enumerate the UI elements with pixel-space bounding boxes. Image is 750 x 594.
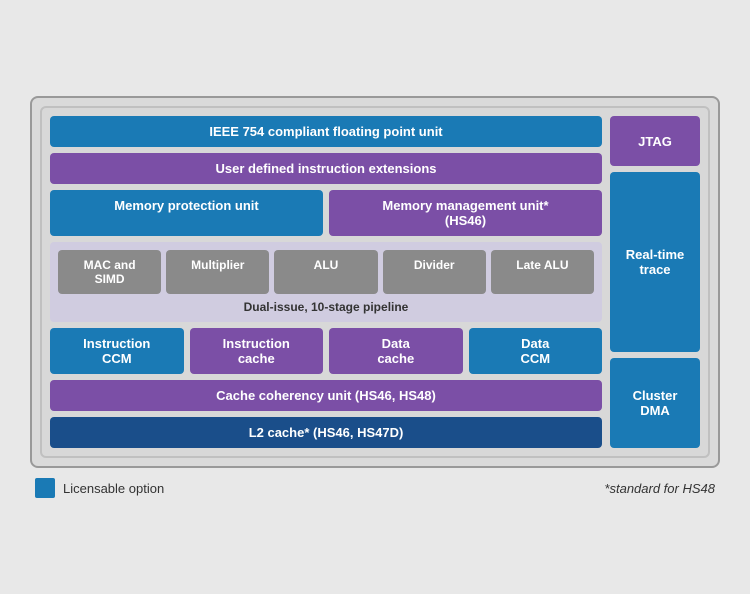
jtag-block: JTAG bbox=[610, 116, 700, 166]
mmu-block: Memory management unit* (HS46) bbox=[329, 190, 602, 236]
late-alu-block: Late ALU bbox=[491, 250, 594, 294]
l2-cache-block: L2 cache* (HS46, HS47D) bbox=[50, 417, 602, 448]
rtt-block: Real-time trace bbox=[610, 172, 700, 352]
data-ccm-block: Data CCM bbox=[469, 328, 603, 374]
data-cache-block: Data cache bbox=[329, 328, 463, 374]
pipeline-label: Dual-issue, 10-stage pipeline bbox=[58, 300, 594, 314]
legend-note: *standard for HS48 bbox=[604, 481, 715, 496]
cluster-dma-block: Cluster DMA bbox=[610, 358, 700, 448]
right-section-inner: JTAG Real-time trace Cluster DMA bbox=[610, 116, 700, 448]
mpu-mmu-row: Memory protection unit Memory management… bbox=[50, 190, 602, 236]
left-section: IEEE 754 compliant floating point unit U… bbox=[50, 116, 602, 448]
legend-row: Licensable option *standard for HS48 bbox=[30, 478, 720, 498]
right-section: JTAG Real-time trace Cluster DMA bbox=[610, 116, 700, 448]
alu-block: ALU bbox=[274, 250, 377, 294]
legend-color-box bbox=[35, 478, 55, 498]
mpu-block: Memory protection unit bbox=[50, 190, 323, 236]
user-defined-block: User defined instruction extensions bbox=[50, 153, 602, 184]
mac-block: MAC and SIMD bbox=[58, 250, 161, 294]
pipeline-inner: MAC and SIMD Multiplier ALU Divider Late… bbox=[58, 250, 594, 294]
instr-cache-block: Instruction cache bbox=[190, 328, 324, 374]
cache-coherency-block: Cache coherency unit (HS46, HS48) bbox=[50, 380, 602, 411]
ieee-block: IEEE 754 compliant floating point unit bbox=[50, 116, 602, 147]
cache-row: Instruction CCM Instruction cache Data c… bbox=[50, 328, 602, 374]
legend-left: Licensable option bbox=[35, 478, 164, 498]
legend-label: Licensable option bbox=[63, 481, 164, 496]
outer-border: IEEE 754 compliant floating point unit U… bbox=[30, 96, 720, 468]
main-box: IEEE 754 compliant floating point unit U… bbox=[40, 106, 710, 458]
multiplier-block: Multiplier bbox=[166, 250, 269, 294]
pipeline-box: MAC and SIMD Multiplier ALU Divider Late… bbox=[50, 242, 602, 322]
instr-ccm-block: Instruction CCM bbox=[50, 328, 184, 374]
diagram-container: IEEE 754 compliant floating point unit U… bbox=[20, 86, 730, 508]
divider-block: Divider bbox=[383, 250, 486, 294]
